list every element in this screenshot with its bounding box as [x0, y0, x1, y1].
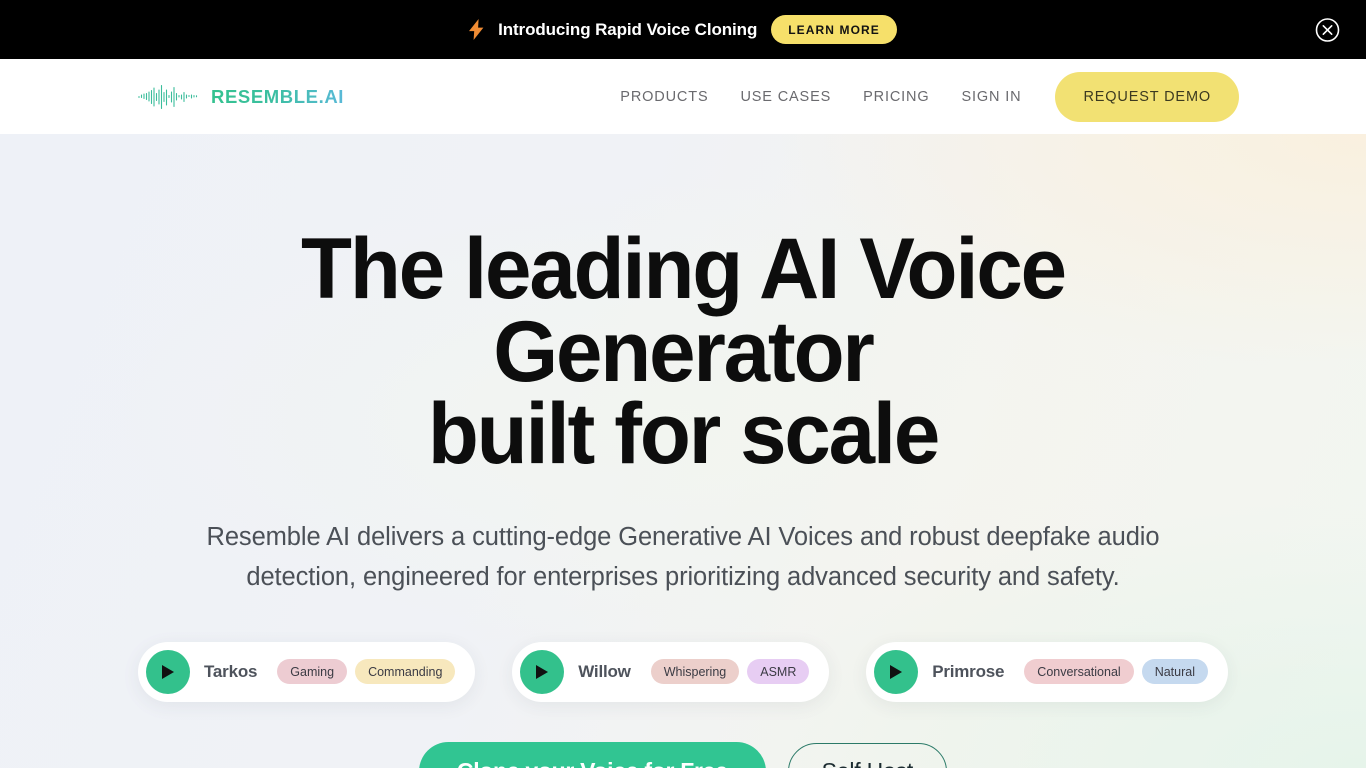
- voice-tag: Commanding: [355, 659, 456, 685]
- hero-title-line-1: The leading AI Voice Generator: [301, 221, 1067, 400]
- nav-link-pricing[interactable]: PRICING: [847, 89, 945, 105]
- hero-subtitle: Resemble AI delivers a cutting-edge Gene…: [206, 522, 1160, 591]
- announcement-content: Introducing Rapid Voice Cloning LEARN MO…: [469, 15, 897, 44]
- voice-name: Primrose: [932, 661, 1005, 681]
- page-title: The leading AI Voice Generator built for…: [145, 134, 1222, 477]
- nav-link-products[interactable]: PRODUCTS: [604, 89, 724, 105]
- voice-tags: Conversational Natural: [1024, 659, 1208, 685]
- voice-card-primrose[interactable]: Primrose Conversational Natural: [866, 641, 1228, 702]
- voice-tag: Natural: [1141, 659, 1208, 685]
- nav-link-use-cases[interactable]: USE CASES: [724, 89, 847, 105]
- voice-tags: Whispering ASMR: [650, 659, 810, 685]
- voice-tag: Whispering: [650, 659, 740, 685]
- audio-waveform-icon: [138, 84, 200, 110]
- voice-name: Tarkos: [204, 661, 258, 681]
- logo-text: RESEMBLE.AI: [211, 85, 345, 107]
- main-navigation: PRODUCTS USE CASES PRICING SIGN IN REQUE…: [604, 71, 1239, 122]
- hero-section: The leading AI Voice Generator built for…: [0, 134, 1366, 768]
- voice-tag: Gaming: [277, 659, 348, 685]
- voice-card-tarkos[interactable]: Tarkos Gaming Commanding: [138, 641, 476, 702]
- close-circle-icon[interactable]: [1315, 17, 1340, 42]
- hero-title-line-2: built for scale: [427, 386, 940, 483]
- play-icon[interactable]: [146, 649, 190, 694]
- voice-tag: ASMR: [747, 659, 810, 685]
- play-icon[interactable]: [874, 649, 919, 694]
- voice-card-willow[interactable]: Willow Whispering ASMR: [512, 641, 830, 702]
- hero-cta-row: Clone your Voice for Free Self Host: [0, 741, 1366, 768]
- clone-voice-button[interactable]: Clone your Voice for Free: [418, 741, 766, 768]
- voice-name: Willow: [578, 661, 631, 681]
- request-demo-button[interactable]: REQUEST DEMO: [1055, 71, 1239, 122]
- self-host-button[interactable]: Self Host: [787, 742, 948, 768]
- voice-tag: Conversational: [1024, 659, 1134, 685]
- site-header: RESEMBLE.AI PRODUCTS USE CASES PRICING S…: [0, 59, 1366, 134]
- nav-link-sign-in[interactable]: SIGN IN: [946, 89, 1038, 105]
- learn-more-button[interactable]: LEARN MORE: [771, 15, 897, 44]
- announcement-banner: Introducing Rapid Voice Cloning LEARN MO…: [0, 0, 1366, 59]
- announcement-text: Introducing Rapid Voice Cloning: [498, 19, 758, 39]
- voice-sample-list: Tarkos Gaming Commanding Willow Whisperi…: [138, 641, 1228, 702]
- play-icon[interactable]: [520, 649, 565, 694]
- logo[interactable]: RESEMBLE.AI: [138, 84, 344, 110]
- voice-tags: Gaming Commanding: [277, 659, 456, 685]
- lightning-bolt-icon: [469, 19, 484, 40]
